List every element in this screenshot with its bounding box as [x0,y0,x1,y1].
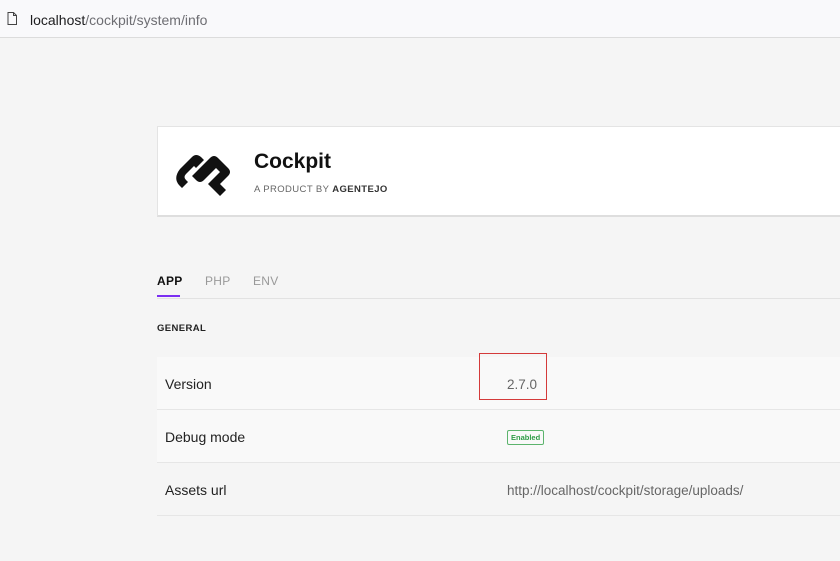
section-label-general: GENERAL [157,323,207,334]
brand-subtitle-prefix: A PRODUCT BY [254,184,330,195]
table-row-assets-url: Assets url http://localhost/cockpit/stor… [157,463,840,516]
page-icon [7,12,17,25]
tab-app[interactable]: APP [157,274,183,288]
url-text[interactable]: localhost/cockpit/system/info [30,11,207,29]
brand-card: Cockpit A PRODUCT BY AGENTEJO [157,126,840,217]
row-label: Version [165,376,212,392]
assets-url-value: http://localhost/cockpit/storage/uploads… [507,483,744,498]
active-tab-indicator [157,295,180,297]
row-label: Assets url [165,482,227,498]
browser-url-bar[interactable]: localhost/cockpit/system/info [0,0,840,38]
table-row-version: Version 2.7.0 [157,353,840,410]
table-row-debug-mode: Debug mode Enabled [157,410,840,463]
tab-env[interactable]: ENV [253,274,279,288]
row-label: Debug mode [165,429,246,445]
url-host: localhost [30,12,86,28]
url-path: /cockpit/system/info [85,12,208,28]
brand-subtitle-company: AGENTEJO [332,184,388,195]
status-badge: Enabled [507,430,545,445]
info-tabs: APP PHP ENV [157,270,840,299]
info-table: Version 2.7.0 Debug mode Enabled Assets … [157,353,840,516]
cockpit-logo-icon [176,155,230,196]
tab-php[interactable]: PHP [205,274,231,288]
brand-subtitle: A PRODUCT BY AGENTEJO [254,184,388,195]
version-value: 2.7.0 [507,377,538,392]
brand-title: Cockpit [254,150,332,173]
